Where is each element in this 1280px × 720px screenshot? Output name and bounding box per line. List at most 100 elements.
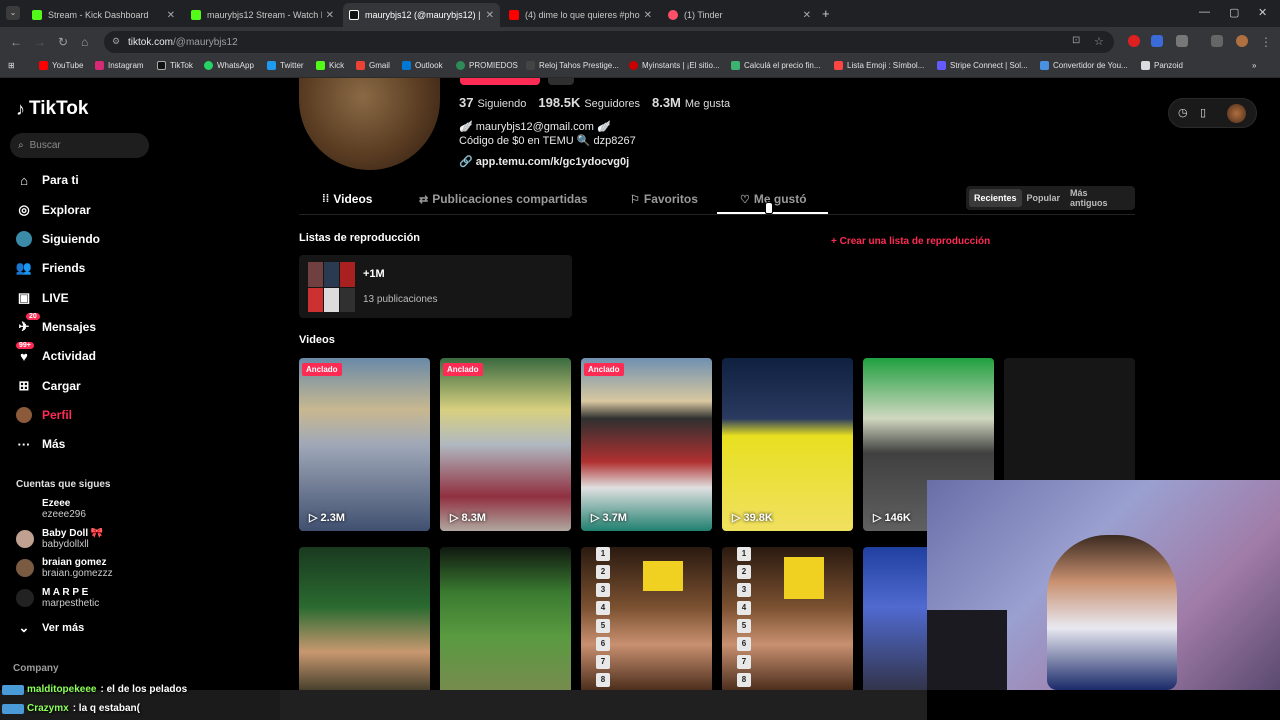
sidebar-item-mas[interactable]: ··· Más	[16, 436, 66, 452]
sidebar-item-actividad[interactable]: ♥ 99+ Actividad	[16, 342, 96, 364]
video-card[interactable]: ▷ 39.8K	[722, 358, 853, 531]
video-card[interactable]: 1 2 3 4 5 6 7 8	[581, 547, 712, 690]
tab-liked[interactable]: ♡ Me gustó	[740, 192, 807, 206]
bookmark-emoji[interactable]: Lista Emoji : Símbol...	[834, 61, 924, 70]
bookmark-label: Kick	[329, 61, 345, 70]
sort-recent[interactable]: Recientes	[969, 189, 1022, 207]
bookmark-youtube[interactable]: YouTube	[39, 61, 83, 70]
edit-profile-button[interactable]	[460, 78, 540, 85]
bookmark-kick[interactable]: Kick	[316, 61, 344, 70]
youtube-icon	[509, 10, 519, 20]
extension-icon[interactable]	[1128, 35, 1140, 47]
search-input[interactable]: ⌕ Buscar	[10, 133, 149, 158]
close-icon[interactable]: ✕	[167, 10, 175, 21]
browser-tab-4[interactable]: (1) Tinder ✕	[662, 3, 817, 27]
close-icon[interactable]: ✕	[326, 10, 334, 21]
sort-oldest[interactable]: Más antiguos	[1065, 184, 1132, 212]
device-icon[interactable]: ▯	[1200, 106, 1206, 119]
sort-popular[interactable]: Popular	[1022, 189, 1066, 207]
browser-tab-0[interactable]: Stream - Kick Dashboard ✕	[26, 3, 181, 27]
bookmark-gmail[interactable]: Gmail	[356, 61, 390, 70]
reload-icon[interactable]: ↻	[58, 35, 68, 49]
bio-link[interactable]: 🔗 app.temu.com/k/gc1ydocvg0j	[459, 155, 629, 168]
apps-icon[interactable]: ⊞	[8, 61, 15, 70]
create-playlist-button[interactable]: + Crear una lista de reproducción	[831, 236, 990, 247]
sidebar-item-cargar[interactable]: ⊞ Cargar	[16, 378, 81, 394]
bookmark-myinstants[interactable]: Myinstants | ¡El sitio...	[629, 61, 720, 70]
sidebar-item-live[interactable]: ▣ LIVE	[16, 290, 69, 306]
url-path: /@maurybjs12	[173, 36, 238, 48]
following-account[interactable]: M A R P Emarpesthetic	[16, 587, 99, 609]
back-icon[interactable]: ←	[10, 35, 22, 49]
bookmark-promiedos[interactable]: PROMIEDOS	[456, 61, 518, 70]
video-card[interactable]: Anclado ▷ 3.7M	[581, 358, 712, 531]
video-card[interactable]	[299, 547, 430, 690]
extension-icon[interactable]	[1151, 35, 1163, 47]
extensions-puzzle-icon[interactable]	[1176, 35, 1188, 47]
video-card[interactable]: Anclado ▷ 2.3M	[299, 358, 430, 531]
install-app-icon[interactable]: ⊡	[1072, 35, 1080, 46]
following-account[interactable]: Baby Doll 🎀 babydollxll	[16, 528, 103, 550]
close-icon[interactable]: ✕	[486, 10, 494, 21]
media-icon[interactable]	[1211, 35, 1223, 47]
site-info-icon[interactable]: ⚙	[112, 36, 120, 47]
bookmark-calcula[interactable]: Calculá el precio fin...	[731, 61, 820, 70]
company-link[interactable]: Company	[13, 663, 59, 674]
home-icon[interactable]: ⌂	[81, 35, 88, 49]
repost-icon: ⇄	[419, 193, 429, 206]
bookmark-panzoid[interactable]: Panzoid	[1141, 61, 1183, 70]
see-more-label: Ver más	[42, 622, 85, 634]
grid-icon: ⁞⁞	[322, 193, 330, 205]
bookmark-instagram[interactable]: Instagram	[95, 61, 144, 70]
bookmark-stripe[interactable]: Stripe Connect | Sol...	[937, 61, 1028, 70]
browser-tab-2[interactable]: maurybjs12 (@maurybjs12) | Ti ✕	[343, 3, 500, 27]
stat-following[interactable]: 37 Siguiendo	[459, 95, 526, 110]
browser-tab-3[interactable]: (4) dime lo que quieres #phonk ✕	[503, 3, 658, 27]
video-card[interactable]	[440, 547, 571, 690]
sidebar-item-mensajes[interactable]: ✈ 20 Mensajes	[16, 313, 96, 335]
see-more-button[interactable]: ⌄ Ver más	[16, 620, 85, 636]
sidebar-item-para-ti[interactable]: ⌂ Para ti	[16, 172, 79, 188]
following-account[interactable]: braian gomez braian.gomezzz	[16, 557, 113, 579]
bookmark-twitter[interactable]: Twitter	[267, 61, 304, 70]
tab-videos[interactable]: ⁞⁞ Videos	[322, 192, 372, 206]
sidebar-item-friends[interactable]: 👥 Friends	[16, 260, 85, 276]
bookmarks-bar: ⊞ YouTube Instagram TikTok WhatsApp Twit…	[0, 57, 1280, 78]
close-window-icon[interactable]: ✕	[1258, 6, 1267, 19]
bookmark-whatsapp[interactable]: WhatsApp	[204, 61, 254, 70]
stat-label: Seguidores	[584, 98, 640, 110]
tab-reposts[interactable]: ⇄ Publicaciones compartidas	[419, 192, 588, 206]
profile-avatar-icon[interactable]	[1236, 35, 1248, 47]
maximize-icon[interactable]: ▢	[1229, 6, 1239, 19]
minimize-icon[interactable]: —	[1199, 6, 1210, 18]
settings-button[interactable]	[548, 78, 574, 85]
tab-favorites[interactable]: ⚐ Favoritos	[630, 192, 698, 206]
more-bookmarks-icon[interactable]: »	[1252, 61, 1256, 70]
following-account[interactable]: Ezeee ezeee296	[16, 498, 86, 520]
bookmark-reloj[interactable]: Reloj Tahos Prestige...	[526, 61, 619, 70]
sidebar-item-explorar[interactable]: ◎ Explorar	[16, 202, 90, 218]
avatar[interactable]	[1227, 104, 1246, 123]
close-icon[interactable]: ✕	[644, 10, 652, 21]
view-count: ▷ 146K	[873, 512, 911, 524]
bookmark-tiktok[interactable]: TikTok	[157, 61, 193, 70]
rank-number: 8	[596, 673, 610, 687]
tiktok-logo[interactable]: ♪ TikTok	[16, 98, 88, 120]
url-input[interactable]: ⚙ tiktok.com/@maurybjs12	[104, 31, 1114, 53]
video-card[interactable]: Anclado ▷ 8.3M	[440, 358, 571, 531]
stat-followers[interactable]: 198.5K Seguidores	[538, 95, 640, 110]
forward-icon[interactable]: →	[34, 35, 46, 49]
bookmark-convertidor[interactable]: Convertidor de You...	[1040, 61, 1128, 70]
kick-icon	[316, 61, 325, 70]
browser-tab-1[interactable]: maurybjs12 Stream - Watch Liv ✕	[185, 3, 340, 27]
coins-icon[interactable]: ◷	[1178, 106, 1188, 119]
chrome-menu-icon[interactable]: ⋮	[1260, 35, 1272, 49]
bookmark-outlook[interactable]: Outlook	[402, 61, 443, 70]
bookmark-star-icon[interactable]: ☆	[1094, 35, 1104, 48]
close-icon[interactable]: ✕	[803, 10, 811, 21]
video-card[interactable]: 1 2 3 4 5 6 7 8	[722, 547, 853, 690]
sidebar-item-siguiendo[interactable]: Siguiendo	[16, 231, 100, 247]
tab-search-icon[interactable]: ⌄	[6, 6, 20, 20]
sidebar-item-perfil[interactable]: Perfil	[16, 407, 72, 423]
new-tab-button[interactable]: +	[822, 6, 830, 21]
